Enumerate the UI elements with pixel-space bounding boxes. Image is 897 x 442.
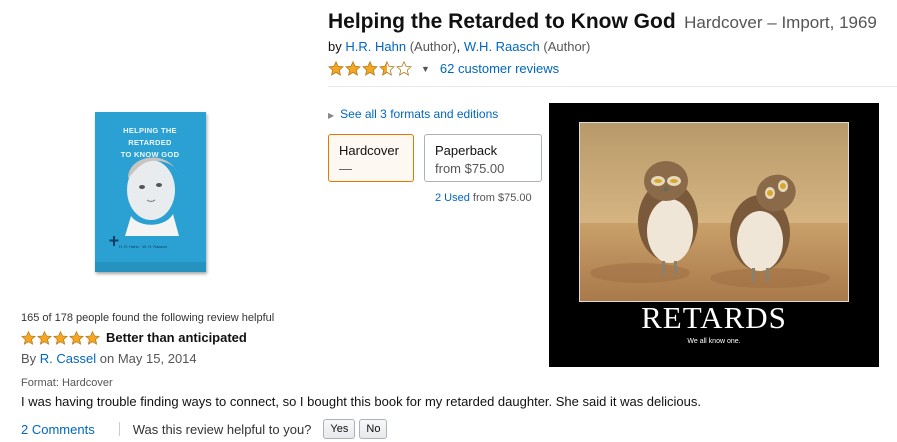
format-option-hardcover[interactable]: Hardcover — [328, 134, 414, 182]
review-star-rating [21, 330, 101, 345]
star-icon [379, 61, 395, 76]
see-all-formats-link[interactable]: See all 3 formats and editions [340, 107, 498, 121]
used-price: from $75.00 [472, 192, 532, 204]
author-role-1: (Author) [409, 39, 457, 54]
author-link-2[interactable]: W.H. Raasch [464, 39, 540, 54]
poster-caption: We all know one. [687, 338, 741, 345]
product-format-info: Hardcover – Import, 1969 [684, 13, 877, 32]
cover-title-line1: HELPING THE RETARDED [123, 126, 177, 147]
format-option-paperback[interactable]: Paperback from $75.00 [424, 134, 542, 182]
format-price: — [339, 161, 352, 176]
byline: by H.R. Hahn (Author), W.H. Raasch (Auth… [328, 39, 591, 54]
star-icon [396, 61, 412, 76]
format-price: from $75.00 [435, 161, 505, 176]
star-icon [328, 61, 344, 76]
review-date: on May 15, 2014 [99, 351, 197, 366]
comments-link[interactable]: 2 Comments [21, 422, 95, 437]
owl-illustration [580, 123, 848, 301]
star-icon [37, 330, 52, 345]
see-all-formats[interactable]: ▶ See all 3 formats and editions [328, 107, 498, 121]
product-title: Helping the Retarded to Know God [328, 10, 676, 33]
author-link-1[interactable]: H.R. Hahn [345, 39, 406, 54]
review-footer: 2 Comments Was this review helpful to yo… [21, 419, 391, 439]
star-icon [85, 330, 100, 345]
star-icon [69, 330, 84, 345]
star-icon [362, 61, 378, 76]
product-rating: ▼ 62 customer reviews [328, 61, 559, 76]
review-byline: By R. Cassel on May 15, 2014 [21, 351, 197, 366]
cover-title: HELPING THE RETARDED TO KNOW GOD [101, 125, 199, 161]
review-header: Better than anticipated [21, 330, 247, 345]
book-cover-image[interactable]: HELPING THE RETARDED TO KNOW GOD H. R. H… [95, 112, 206, 272]
helpful-question: Was this review helpful to you? [132, 421, 312, 437]
star-icon [345, 61, 361, 76]
cover-title-line2: TO KNOW GOD [120, 150, 180, 159]
format-name: Hardcover [339, 143, 399, 158]
helpful-yes-button[interactable]: Yes [323, 419, 356, 439]
star-icon [53, 330, 68, 345]
chevron-down-icon[interactable]: ▼ [421, 64, 430, 74]
used-link[interactable]: 2 Used [435, 192, 470, 204]
demotivational-poster-image: RETARDS We all know one. [549, 103, 879, 367]
format-name: Paperback [435, 143, 498, 158]
cover-authors: H. R. Hahn · W. H. Raasch [119, 244, 167, 249]
divider [118, 422, 120, 436]
helpful-count: 165 of 178 people found the following re… [21, 312, 275, 324]
helpful-no-button[interactable]: No [359, 419, 388, 439]
review-format: Format: Hardcover [21, 377, 113, 389]
review-by-prefix: By [21, 351, 37, 366]
customer-reviews-link[interactable]: 62 customer reviews [440, 61, 559, 76]
used-offers: 2 Used from $75.00 [435, 192, 532, 204]
star-icon [21, 330, 36, 345]
product-title-block: Helping the Retarded to Know God Hardcov… [328, 10, 877, 34]
reviewer-link[interactable]: R. Cassel [40, 351, 96, 366]
owl-photo [579, 122, 849, 302]
review-title[interactable]: Better than anticipated [106, 330, 247, 345]
author-role-2: (Author) [543, 39, 591, 54]
divider [328, 86, 897, 87]
star-rating[interactable] [328, 61, 413, 76]
review-body: I was having trouble finding ways to con… [21, 394, 701, 409]
byline-prefix: by [328, 39, 342, 54]
poster-title: RETARDS [641, 300, 787, 335]
caret-right-icon: ▶ [328, 111, 335, 120]
